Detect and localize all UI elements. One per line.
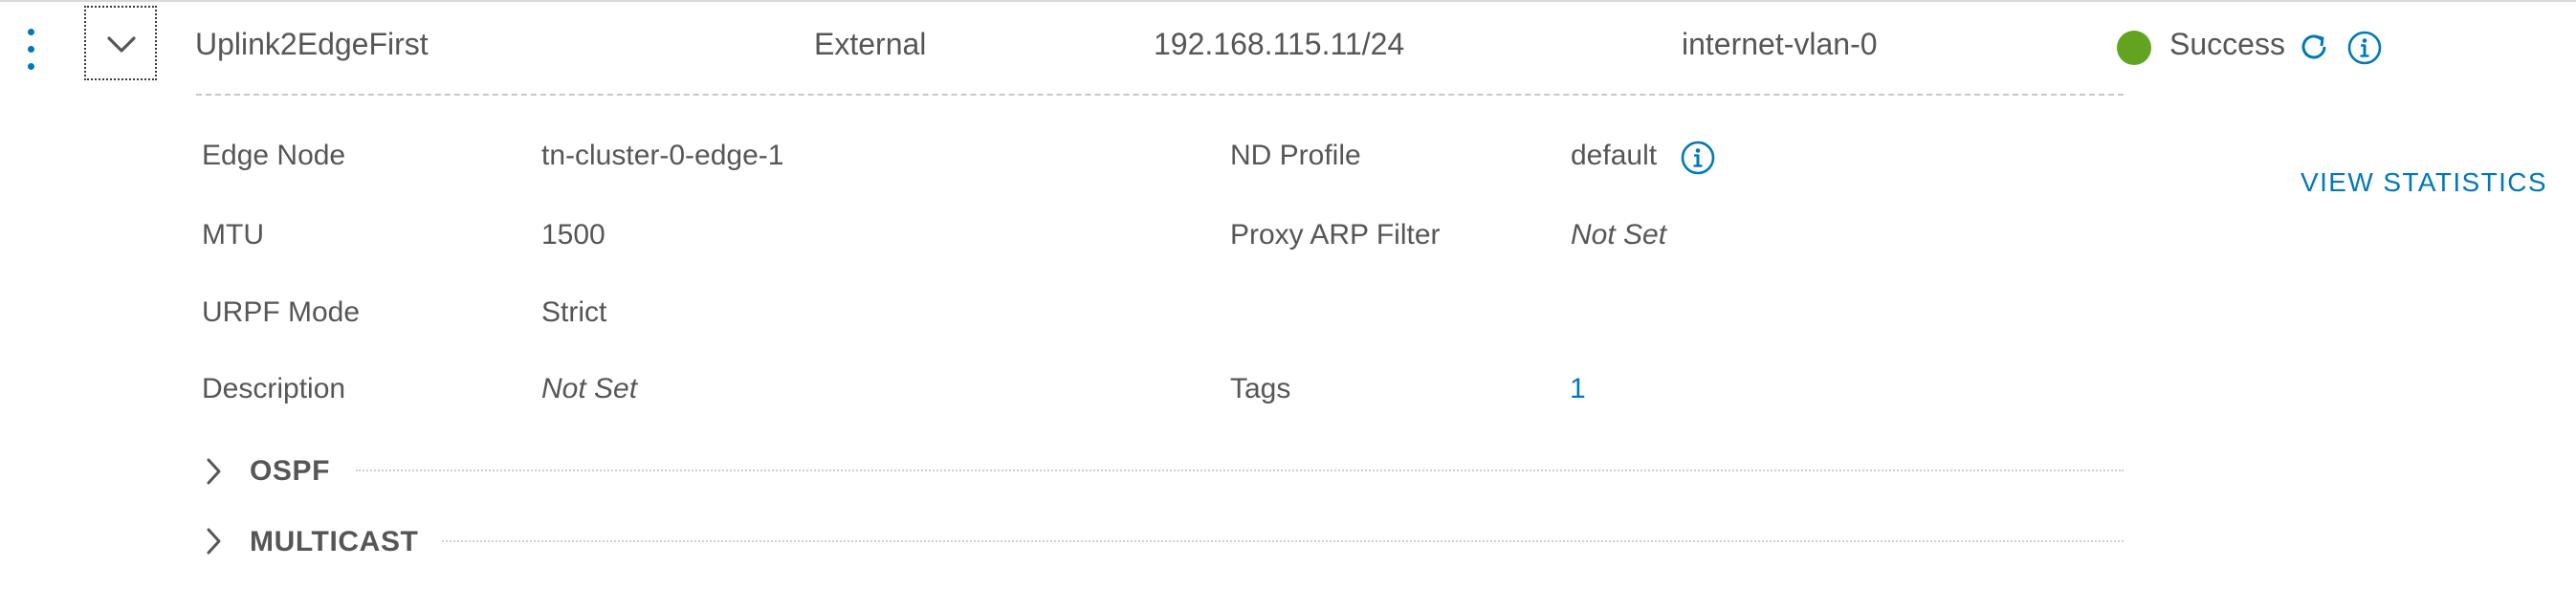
interface-name: Uplink2EdgeFirst [195, 27, 429, 61]
mtu-value: 1500 [541, 219, 605, 251]
urpf-mode-value: Strict [541, 296, 607, 328]
chevron-down-icon [107, 36, 136, 53]
status-success-indicator [2117, 31, 2151, 65]
ospf-section-divider [356, 469, 2124, 471]
row-actions-kebab-icon[interactable] [25, 29, 38, 71]
edge-node-value: tn-cluster-0-edge-1 [541, 140, 784, 171]
ospf-section-title[interactable]: OSPF [250, 455, 330, 488]
interface-segment: internet-vlan-0 [1682, 27, 1878, 61]
multicast-section-divider [442, 540, 2124, 542]
ospf-expand-chevron-right-icon[interactable] [204, 457, 223, 491]
interface-type: External [814, 27, 927, 61]
refresh-icon[interactable] [2298, 31, 2330, 68]
tags-count-link[interactable]: 1 [1570, 373, 1586, 405]
description-value: Not Set [541, 373, 638, 404]
interface-ip-address: 192.168.115.11/24 [1154, 27, 1405, 61]
row-expand-toggle-button[interactable] [84, 6, 157, 80]
proxy-arp-filter-value: Not Set [1571, 219, 1667, 251]
status-info-icon[interactable] [2346, 30, 2383, 71]
row-details-divider [196, 94, 2124, 96]
urpf-mode-label: URPF Mode [202, 296, 361, 328]
proxy-arp-filter-label: Proxy ARP Filter [1230, 219, 1441, 251]
multicast-expand-chevron-right-icon[interactable] [204, 527, 223, 560]
description-label: Description [202, 373, 346, 404]
row-top-border [0, 0, 2576, 2]
status-text: Success [2169, 27, 2285, 61]
tags-label: Tags [1230, 373, 1291, 404]
view-statistics-link[interactable]: VIEW STATISTICS [2301, 167, 2547, 198]
edge-node-label: Edge Node [202, 140, 346, 171]
nd-profile-label: ND Profile [1230, 140, 1361, 171]
mtu-label: MTU [202, 219, 264, 251]
multicast-section-title[interactable]: MULTICAST [250, 526, 418, 558]
nd-profile-value: default [1571, 140, 1658, 171]
nd-profile-info-icon[interactable] [1680, 140, 1716, 181]
